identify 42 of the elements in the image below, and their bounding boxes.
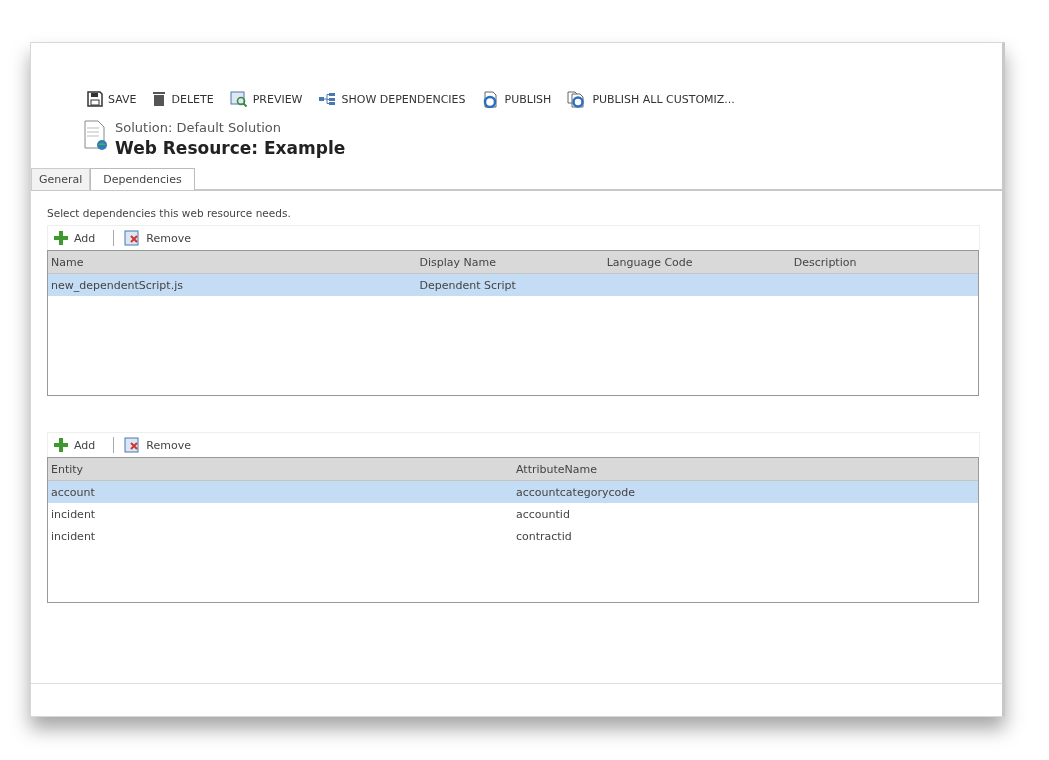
column-header[interactable]: Name [48,251,417,274]
table-cell: new_dependentScript.js [51,278,183,292]
table-cell: accountid [516,507,570,521]
toolbar-button[interactable]: PUBLISH [481,90,552,108]
toolbar-button[interactable]: SHOW DEPENDENCIES [318,92,466,106]
page-title: Web Resource: Example [115,138,346,158]
column-header[interactable]: Entity [48,458,513,481]
solution-label: Solution: Default Solution [115,120,283,135]
column-header[interactable]: Language Code [603,251,791,274]
remove-icon [124,230,141,246]
grid-action-button[interactable]: Remove [124,437,199,453]
toolbar-button[interactable]: PREVIEW [229,91,303,107]
plus-icon [54,438,68,452]
grid-action-button[interactable]: Add [54,438,104,452]
tab[interactable]: General [31,168,91,190]
remove-icon [124,437,141,453]
column-header[interactable]: Display Name [416,251,604,274]
table-cell: Dependent Script [419,278,516,292]
dependencies-icon [318,92,337,106]
table-cell: account [51,485,95,499]
plus-icon [54,231,68,245]
trash-icon [152,91,167,107]
toolbar-button[interactable]: DELETE [152,91,214,107]
table-cell: contractid [516,529,572,543]
toolbar-button[interactable]: SAVE [87,91,137,107]
table-cell: incident [51,507,96,521]
preview-icon [229,91,248,107]
table-row[interactable]: incident accountid [48,503,978,525]
instructions-text: Select dependencies this web resource needs. [47,207,292,219]
toolbar-button[interactable]: PUBLISH ALL CUSTOMIZ... [567,90,735,108]
grid-action-button[interactable]: Add [54,231,104,245]
table-cell: accountcategorycode [516,485,635,499]
tab[interactable]: Dependencies [90,168,195,190]
grid-action-button[interactable]: Remove [124,230,199,246]
publish-icon [481,90,500,108]
column-header[interactable]: AttributeName [513,458,978,481]
column-header[interactable]: Description [790,251,978,274]
save-icon [87,91,103,107]
table-row[interactable]: incident contractid [48,525,978,547]
document-icon [83,118,107,152]
selected-table-row[interactable]: new_dependentScript.js Dependent Script [48,273,978,296]
table-cell: incident [51,529,96,543]
